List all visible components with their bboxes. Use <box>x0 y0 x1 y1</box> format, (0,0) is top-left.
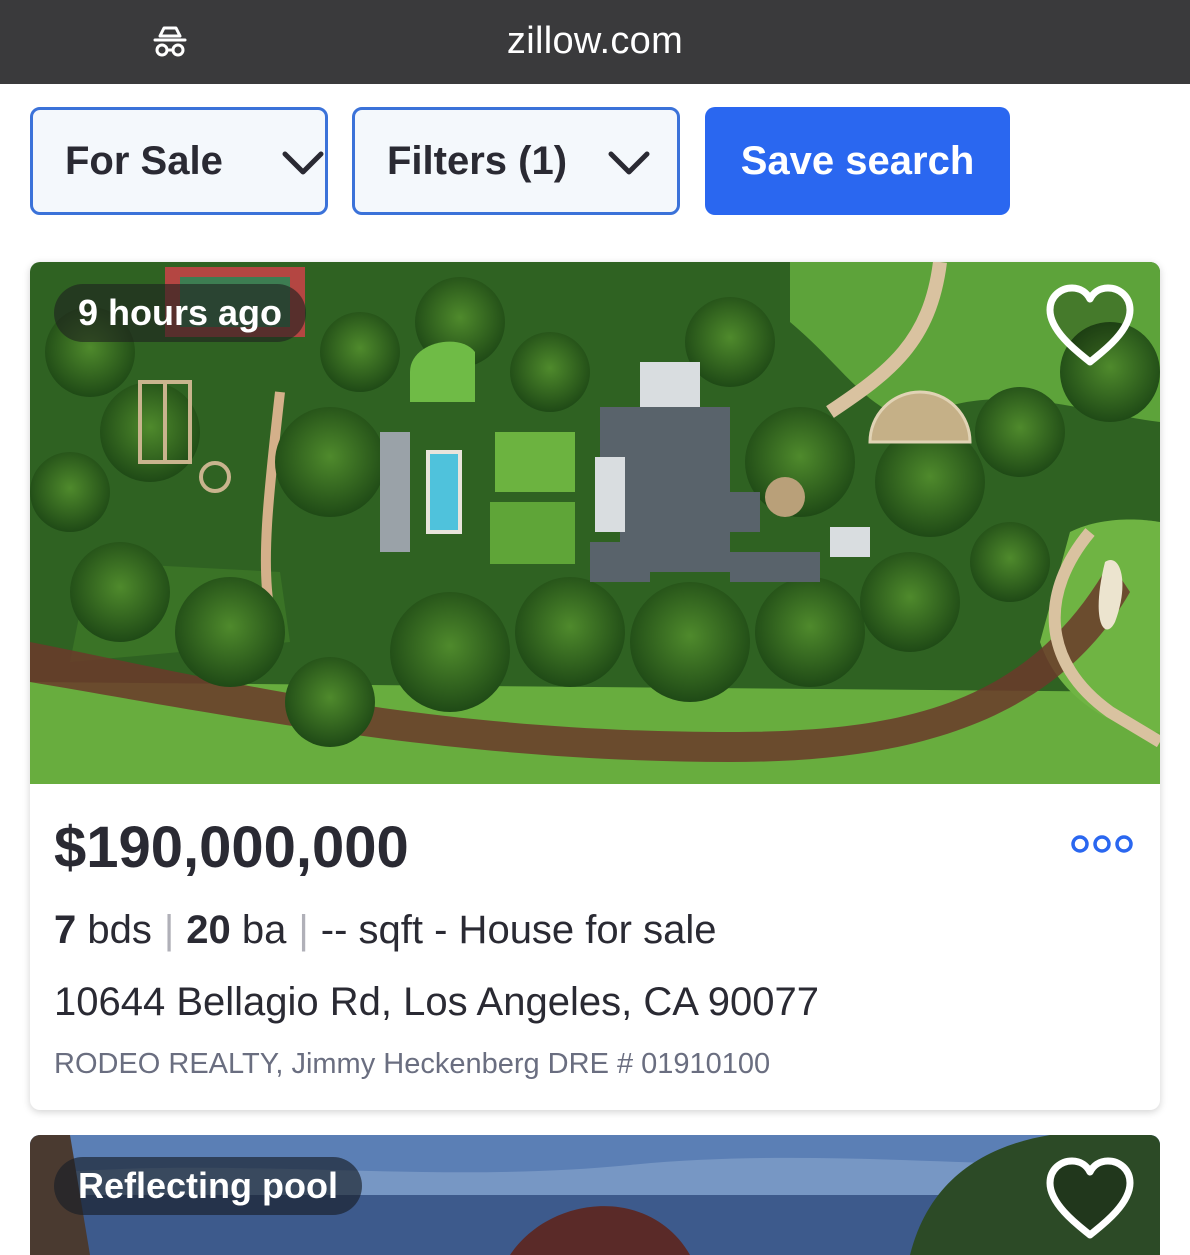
url-text[interactable]: zillow.com <box>0 20 1190 63</box>
for-sale-dropdown[interactable]: For Sale <box>30 107 328 215</box>
browser-address-bar: zillow.com <box>0 0 1190 84</box>
filters-label: Filters (1) <box>387 138 568 183</box>
beds-value: 7 <box>54 908 77 952</box>
save-search-button[interactable]: Save search <box>705 107 1010 215</box>
listing-address: 10644 Bellagio Rd, Los Angeles, CA 90077 <box>54 980 820 1024</box>
listing-card[interactable]: Reflecting pool <box>30 1135 1160 1255</box>
listing-badge: 9 hours ago <box>54 284 307 342</box>
chevron-down-icon <box>608 151 650 175</box>
heart-outline-icon[interactable] <box>1042 282 1138 370</box>
sqft-and-type: -- sqft - House for sale <box>320 908 717 952</box>
listing-broker: RODEO REALTY, Jimmy Heckenberg DRE # 019… <box>54 1048 771 1080</box>
listing-card[interactable]: 9 hours ago $190,000,000 7 bds | 20 ba | -- … <box>30 262 1160 1110</box>
chevron-down-icon <box>282 151 324 175</box>
filters-dropdown[interactable]: Filters (1) <box>352 107 680 215</box>
listing-badge: Reflecting pool <box>54 1157 362 1215</box>
beds-unit: bds <box>87 908 152 952</box>
divider: | <box>298 908 309 952</box>
for-sale-label: For Sale <box>65 138 223 183</box>
heart-outline-icon[interactable] <box>1042 1155 1138 1243</box>
baths-unit: ba <box>241 908 287 952</box>
baths-value: 20 <box>186 908 231 952</box>
listing-specs: 7 bds | 20 ba | -- sqft - House for sale <box>54 908 716 953</box>
listing-price: $190,000,000 <box>54 815 409 880</box>
more-options-icon[interactable] <box>1070 834 1134 854</box>
divider: | <box>163 908 175 952</box>
